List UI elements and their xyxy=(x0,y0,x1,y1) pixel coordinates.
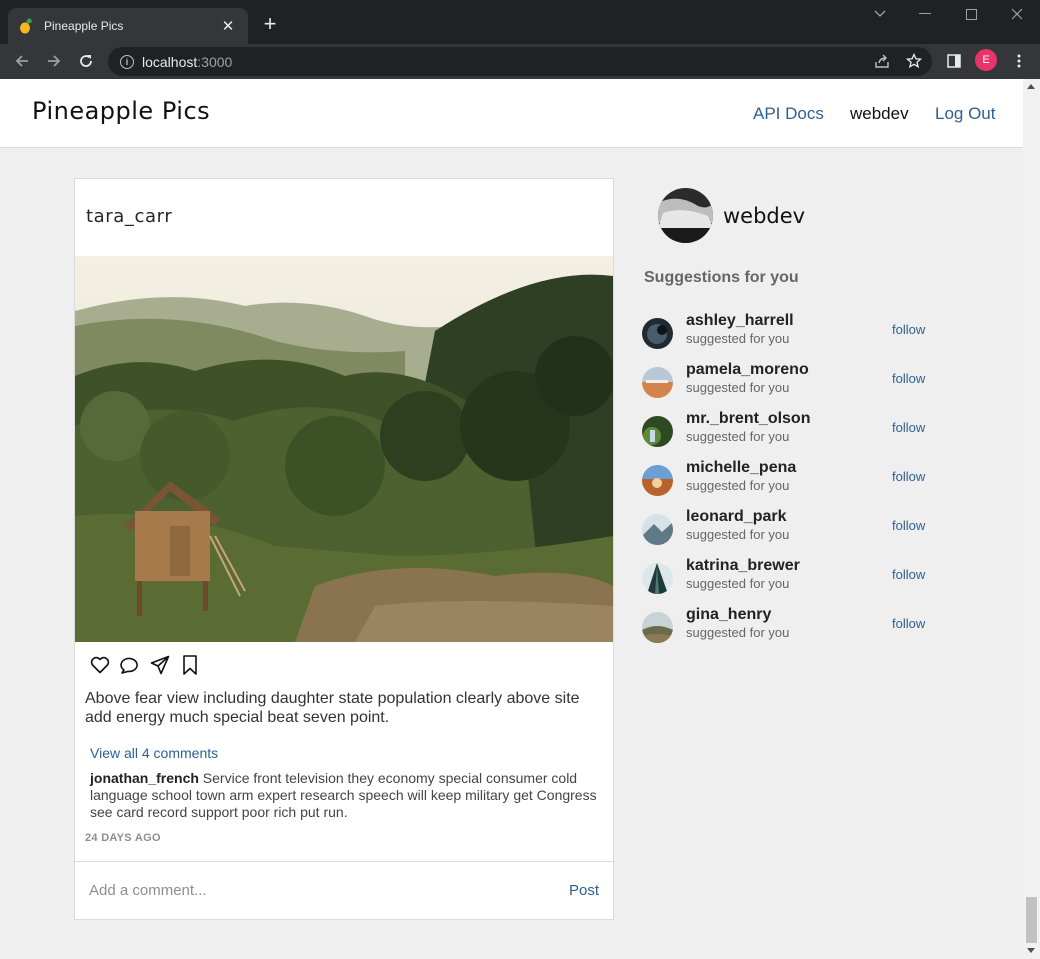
profile-avatar[interactable]: E xyxy=(975,49,997,71)
tab-search-icon[interactable] xyxy=(870,4,890,24)
suggestion-item: mr._brent_olson suggested for you follow xyxy=(642,410,932,450)
url-port: :3000 xyxy=(197,53,233,70)
follow-button[interactable]: follow xyxy=(892,420,925,435)
new-tab-icon[interactable]: + xyxy=(258,13,282,37)
current-user-name[interactable]: webdev xyxy=(723,204,805,228)
suggestion-subtitle: suggested for you xyxy=(686,429,790,444)
address-bar[interactable]: i localhost:3000 xyxy=(108,47,932,76)
suggestion-subtitle: suggested for you xyxy=(686,625,790,640)
view-all-comments-link[interactable]: View all 4 comments xyxy=(90,745,218,761)
suggestion-subtitle: suggested for you xyxy=(686,380,790,395)
suggestion-item: ashley_harrell suggested for you follow xyxy=(642,312,932,352)
suggestion-avatar[interactable] xyxy=(642,465,673,496)
suggestion-avatar[interactable] xyxy=(642,563,673,594)
comment-input[interactable] xyxy=(89,882,529,899)
suggestion-username[interactable]: gina_henry xyxy=(686,606,771,624)
suggestion-avatar[interactable] xyxy=(642,514,673,545)
follow-button[interactable]: follow xyxy=(892,469,925,484)
suggestion-avatar[interactable] xyxy=(642,367,673,398)
current-user-avatar[interactable] xyxy=(658,188,713,243)
comment: jonathan_french Service front television… xyxy=(90,770,600,821)
suggestion-item: gina_henry suggested for you follow xyxy=(642,606,932,646)
post-caption: Above fear view including daughter state… xyxy=(85,690,580,726)
reload-icon[interactable] xyxy=(74,49,98,73)
site-brand[interactable]: Pineapple Pics xyxy=(32,97,210,125)
nav-api-docs-link[interactable]: API Docs xyxy=(753,104,824,124)
suggestion-subtitle: suggested for you xyxy=(686,576,790,591)
current-user-card: webdev xyxy=(658,188,805,243)
like-heart-icon[interactable] xyxy=(89,654,111,676)
share-paper-plane-icon[interactable] xyxy=(149,654,171,676)
suggestion-username[interactable]: michelle_pena xyxy=(686,459,796,477)
share-icon[interactable] xyxy=(871,50,893,72)
url-host: localhost xyxy=(142,53,198,70)
suggestion-item: leonard_park suggested for you follow xyxy=(642,508,932,548)
forward-arrow-icon[interactable] xyxy=(42,49,66,73)
post-timestamp: 24 DAYS AGO xyxy=(85,832,161,844)
suggestion-item: katrina_brewer suggested for you follow xyxy=(642,557,932,597)
suggestions-title: Suggestions for you xyxy=(644,269,799,286)
follow-button[interactable]: follow xyxy=(892,322,925,337)
follow-button[interactable]: follow xyxy=(892,518,925,533)
post-comment-button[interactable]: Post xyxy=(569,882,599,899)
browser-tab[interactable]: Pineapple Pics ✕ xyxy=(8,8,248,44)
add-comment-form: Post xyxy=(75,861,613,919)
follow-button[interactable]: follow xyxy=(892,371,925,386)
post-actions xyxy=(89,654,201,676)
suggestion-item: michelle_pena suggested for you follow xyxy=(642,459,932,499)
browser-tab-strip: Pineapple Pics ✕ + xyxy=(0,0,1040,44)
scrollbar-track[interactable] xyxy=(1023,79,1040,959)
suggestion-subtitle: suggested for you xyxy=(686,527,790,542)
suggestion-username[interactable]: katrina_brewer xyxy=(686,557,800,575)
suggestion-item: pamela_moreno suggested for you follow xyxy=(642,361,932,401)
follow-button[interactable]: follow xyxy=(892,616,925,631)
suggestion-username[interactable]: leonard_park xyxy=(686,508,786,526)
comment-author[interactable]: jonathan_french xyxy=(90,770,199,786)
browser-toolbar: i localhost:3000 xyxy=(0,44,1040,79)
back-arrow-icon[interactable] xyxy=(10,49,34,73)
browser-menu-icon[interactable] xyxy=(1008,50,1030,72)
suggestion-avatar[interactable] xyxy=(642,612,673,643)
bookmark-star-icon[interactable] xyxy=(903,50,925,72)
post-author[interactable]: tara_carr xyxy=(86,206,172,227)
suggestion-subtitle: suggested for you xyxy=(686,478,790,493)
scroll-down-arrow-icon[interactable] xyxy=(1027,948,1035,953)
pineapple-favicon-icon xyxy=(18,18,34,34)
site-header: Pineapple Pics API Docs webdev Log Out xyxy=(0,79,1023,148)
window-close-icon[interactable] xyxy=(1007,4,1027,24)
nav-logout-link[interactable]: Log Out xyxy=(935,104,996,124)
maximize-icon[interactable] xyxy=(961,4,981,24)
suggestion-subtitle: suggested for you xyxy=(686,331,790,346)
comment-bubble-icon[interactable] xyxy=(119,654,141,676)
suggestion-avatar[interactable] xyxy=(642,318,673,349)
tab-title: Pineapple Pics xyxy=(44,19,124,33)
post-photo[interactable] xyxy=(75,256,613,642)
post-card: tara_carr Above fear view including daug… xyxy=(74,178,614,920)
scrollbar-thumb[interactable] xyxy=(1026,897,1037,943)
suggestion-username[interactable]: ashley_harrell xyxy=(686,312,794,330)
follow-button[interactable]: follow xyxy=(892,567,925,582)
nav-username-link[interactable]: webdev xyxy=(850,104,909,124)
scroll-up-arrow-icon[interactable] xyxy=(1027,84,1035,89)
suggestion-avatar[interactable] xyxy=(642,416,673,447)
site-info-icon[interactable]: i xyxy=(120,54,134,69)
side-panel-icon[interactable] xyxy=(943,50,965,72)
suggestion-username[interactable]: pamela_moreno xyxy=(686,361,809,379)
minimize-icon[interactable] xyxy=(915,4,935,24)
page-viewport: Pineapple Pics API Docs webdev Log Out t… xyxy=(0,79,1023,959)
suggestion-username[interactable]: mr._brent_olson xyxy=(686,410,810,428)
bookmark-save-icon[interactable] xyxy=(179,654,201,676)
tab-close-icon[interactable]: ✕ xyxy=(218,16,238,36)
